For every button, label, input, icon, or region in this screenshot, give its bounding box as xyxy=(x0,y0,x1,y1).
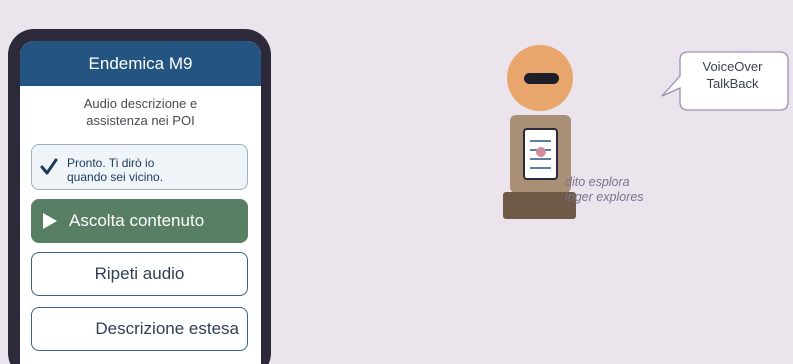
listen-content-label: Ascolta contenuto xyxy=(69,211,205,230)
phone-frame: Endemica M9 Audio descrizione e assisten… xyxy=(8,29,271,364)
play-icon xyxy=(43,213,57,229)
repeat-audio-button[interactable]: Ripeti audio xyxy=(31,252,248,296)
bubble-line-1: VoiceOver xyxy=(702,59,763,74)
phone-screen: Endemica M9 Audio descrizione e assisten… xyxy=(20,41,261,364)
repeat-audio-label: Ripeti audio xyxy=(94,264,185,283)
app-title: Endemica M9 xyxy=(88,53,193,73)
caption-line-2: inger explores xyxy=(565,190,644,204)
bubble-line-2: TalkBack xyxy=(706,76,759,91)
check-icon xyxy=(40,158,58,175)
status-line-1: Pronto. Ti dirò io xyxy=(67,156,155,170)
app-bar: Endemica M9 xyxy=(20,41,261,86)
status-line-2: quando sei vicino. xyxy=(67,170,164,184)
listen-content-button[interactable]: Ascolta contenuto xyxy=(31,199,248,243)
screen-reader-label: VoiceOver TalkBack xyxy=(680,58,785,92)
finger-explores-caption: dito esplora inger explores xyxy=(565,175,644,205)
app-subtitle: Audio descrizione e assistenza nei POI xyxy=(20,95,261,129)
caption-line-1: dito esplora xyxy=(565,175,630,189)
phone-device-icon xyxy=(523,128,558,180)
subtitle-line-1: Audio descrizione e xyxy=(83,96,198,111)
status-card: Pronto. Ti dirò io quando sei vicino. xyxy=(31,144,248,190)
person-eyes xyxy=(524,73,559,84)
subtitle-line-2: assistenza nei POI xyxy=(86,113,195,128)
status-text: Pronto. Ti dirò io quando sei vicino. xyxy=(67,150,163,184)
extended-description-label: Descrizione estesa xyxy=(95,319,239,338)
extended-description-button[interactable]: Descrizione estesa xyxy=(31,307,248,351)
